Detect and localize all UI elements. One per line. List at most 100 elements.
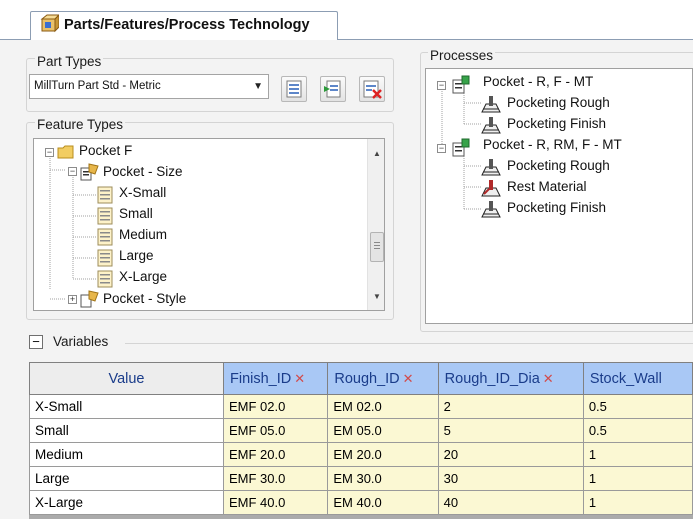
- feature-group-icon: [80, 290, 99, 308]
- scroll-down-icon[interactable]: ▼: [373, 292, 381, 301]
- table-cell[interactable]: 2: [437, 394, 584, 419]
- process-group-icon: [452, 138, 470, 157]
- tree-item[interactable]: Large: [119, 248, 154, 263]
- list-item-icon: [97, 207, 113, 225]
- process-group-1[interactable]: Pocket - R, F - MT: [483, 74, 593, 89]
- table-cell[interactable]: EM 02.0: [327, 394, 439, 419]
- list-item-icon: [97, 186, 113, 204]
- table-cell[interactable]: EM 40.0: [327, 490, 439, 515]
- column-header-value[interactable]: Value: [29, 362, 224, 395]
- table-row[interactable]: Medium EMF 20.0 EM 20.0 20 1: [29, 442, 693, 467]
- operation-item[interactable]: Pocketing Finish: [507, 116, 606, 131]
- tree-item[interactable]: X-Large: [119, 269, 167, 284]
- table-cell[interactable]: 0.5: [582, 394, 693, 419]
- list-item-icon: [97, 249, 113, 267]
- column-header-label: Stock_Wall: [589, 370, 662, 387]
- pocketing-rough-icon: [481, 96, 501, 113]
- variables-label: Variables: [53, 334, 109, 349]
- chevron-down-icon: ▼: [253, 81, 263, 92]
- table-cell[interactable]: Medium: [29, 442, 224, 467]
- operation-item[interactable]: Pocketing Rough: [507, 158, 610, 173]
- collapse-icon[interactable]: −: [68, 167, 77, 176]
- table-cell[interactable]: EM 30.0: [327, 466, 439, 491]
- feature-types-label: Feature Types: [35, 117, 126, 132]
- operation-item[interactable]: Rest Material: [507, 179, 587, 194]
- part-types-dropdown[interactable]: MillTurn Part Std - Metric ▼: [29, 74, 269, 99]
- vertical-scrollbar[interactable]: ▲ ▼: [367, 139, 384, 310]
- pocketing-finish-icon: [481, 201, 501, 218]
- tree-item[interactable]: Medium: [119, 227, 167, 242]
- variables-collapse-button[interactable]: −: [29, 335, 43, 349]
- list-item-icon: [97, 270, 113, 288]
- part-types-label: Part Types: [35, 54, 104, 69]
- operation-item[interactable]: Pocketing Finish: [507, 200, 606, 215]
- table-cell[interactable]: 5: [437, 418, 584, 443]
- remove-column-icon[interactable]: ✕: [294, 371, 305, 386]
- remove-column-icon[interactable]: ✕: [543, 371, 554, 386]
- table-cell[interactable]: 20: [437, 442, 584, 467]
- technology-box-icon: [40, 14, 59, 33]
- table-cell[interactable]: EM 20.0: [327, 442, 439, 467]
- import-icon: [324, 80, 341, 98]
- column-header-finish-id[interactable]: Finish_ID ✕: [222, 362, 329, 395]
- table-cell[interactable]: EMF 20.0: [222, 442, 329, 467]
- delete-list-icon: [363, 80, 382, 99]
- table-row[interactable]: X-Large EMF 40.0 EM 40.0 40 1: [29, 490, 693, 515]
- variables-table: Value Finish_ID ✕ Rough_ID ✕ Rough_ID_Dia ✕…: [29, 362, 693, 515]
- tab-title: Parts/Features/Process Technology: [64, 17, 310, 33]
- column-header-rough-id[interactable]: Rough_ID ✕: [327, 362, 439, 395]
- pocketing-rough-icon: [481, 159, 501, 176]
- tree-node-pocket-f[interactable]: Pocket F: [79, 143, 132, 158]
- new-list-button[interactable]: [281, 76, 307, 102]
- table-row[interactable]: Large EMF 30.0 EM 30.0 30 1: [29, 466, 693, 491]
- table-cell[interactable]: EMF 40.0: [222, 490, 329, 515]
- table-cell[interactable]: EMF 02.0: [222, 394, 329, 419]
- table-cell[interactable]: Small: [29, 418, 224, 443]
- column-header-rough-id-dia[interactable]: Rough_ID_Dia ✕: [437, 362, 584, 395]
- table-cell[interactable]: 1: [582, 442, 693, 467]
- table-cell[interactable]: Large: [29, 466, 224, 491]
- table-row[interactable]: X-Small EMF 02.0 EM 02.0 2 0.5: [29, 394, 693, 419]
- tree-node-pocket-size[interactable]: Pocket - Size: [103, 164, 183, 179]
- table-row[interactable]: Small EMF 05.0 EM 05.0 5 0.5: [29, 418, 693, 443]
- scrollbar-thumb[interactable]: [370, 232, 384, 262]
- variables-divider: [125, 343, 693, 344]
- table-cell[interactable]: EM 05.0: [327, 418, 439, 443]
- table-cell[interactable]: X-Small: [29, 394, 224, 419]
- column-header-stock-wall[interactable]: Stock_Wall: [582, 362, 693, 395]
- table-cell[interactable]: EMF 30.0: [222, 466, 329, 491]
- processes-label: Processes: [428, 48, 496, 63]
- tree-item[interactable]: Small: [119, 206, 153, 221]
- list-item-icon: [97, 228, 113, 246]
- table-cell[interactable]: 40: [437, 490, 584, 515]
- expand-icon[interactable]: +: [68, 295, 77, 304]
- part-types-selected: MillTurn Part Std - Metric: [34, 80, 161, 92]
- column-header-label: Rough_ID: [334, 370, 400, 387]
- feature-group-icon: [80, 163, 99, 181]
- rest-material-icon: [481, 180, 501, 197]
- table-cell[interactable]: 0.5: [582, 418, 693, 443]
- scroll-up-icon[interactable]: ▲: [373, 149, 381, 158]
- remove-column-icon[interactable]: ✕: [403, 371, 414, 386]
- operation-item[interactable]: Pocketing Rough: [507, 95, 610, 110]
- collapse-icon[interactable]: −: [437, 81, 446, 90]
- table-cell[interactable]: EMF 05.0: [222, 418, 329, 443]
- tree-item[interactable]: X-Small: [119, 185, 166, 200]
- collapse-icon[interactable]: −: [437, 144, 446, 153]
- process-group-2[interactable]: Pocket - R, RM, F - MT: [483, 137, 622, 152]
- table-cell[interactable]: 1: [582, 466, 693, 491]
- import-button[interactable]: [320, 76, 346, 102]
- new-list-icon: [286, 80, 302, 98]
- collapse-icon[interactable]: −: [45, 148, 54, 157]
- folder-icon: [57, 145, 74, 159]
- table-cell[interactable]: X-Large: [29, 490, 224, 515]
- feature-types-tree[interactable]: − Pocket F − Pocket - Size X-Small Small…: [33, 138, 385, 311]
- pocketing-finish-icon: [481, 117, 501, 134]
- column-header-label: Finish_ID: [230, 370, 292, 387]
- table-cell[interactable]: 30: [437, 466, 584, 491]
- tree-node-pocket-style[interactable]: Pocket - Style: [103, 291, 186, 306]
- table-cell[interactable]: 1: [582, 490, 693, 515]
- delete-list-button[interactable]: [359, 76, 385, 102]
- process-group-icon: [452, 75, 470, 94]
- processes-tree[interactable]: − Pocket - R, F - MT Pocketing Rough Poc…: [425, 68, 693, 324]
